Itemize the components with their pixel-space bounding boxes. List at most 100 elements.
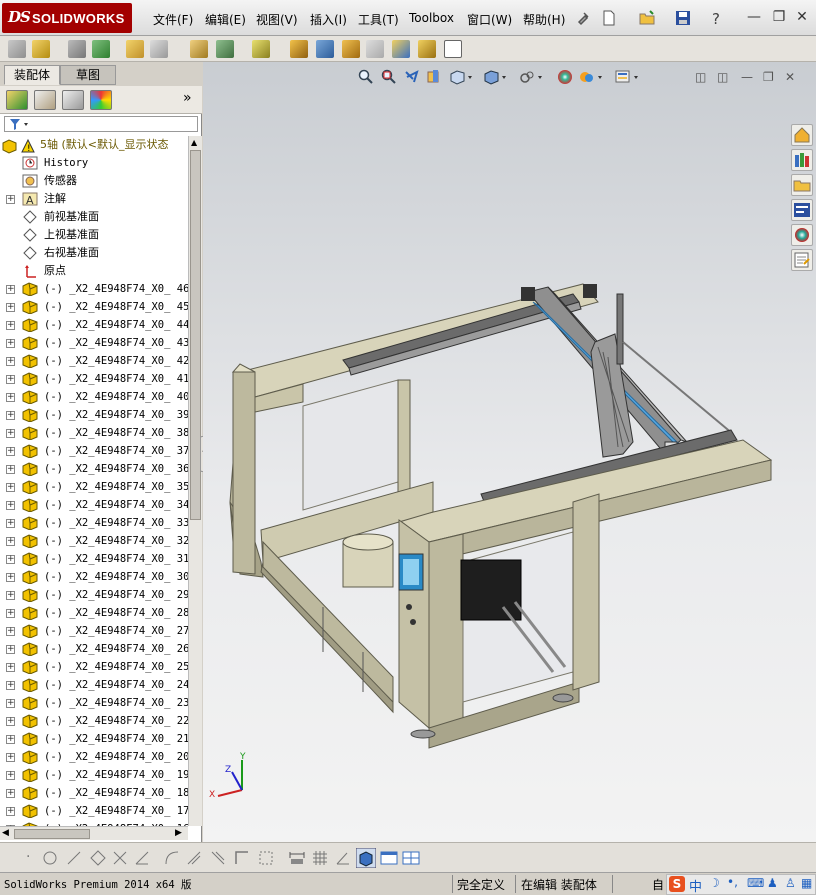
expand-toggle-icon[interactable]: + <box>6 537 15 546</box>
expand-toggle-icon[interactable]: + <box>6 411 15 420</box>
shaded-view-button[interactable] <box>356 848 376 868</box>
menu-edit[interactable]: 编辑(E) <box>205 11 246 28</box>
graphics-area[interactable]: ◫ ◫ — ❐ ✕ Y X Z <box>203 62 816 842</box>
menu-window[interactable]: 窗口(W) <box>467 11 512 28</box>
scroll-left-arrow[interactable]: ◀ <box>2 828 9 838</box>
tree-item-fixed[interactable]: History <box>0 154 188 172</box>
property-manager-icon[interactable] <box>34 90 56 110</box>
expand-toggle-icon[interactable]: + <box>6 429 15 438</box>
expand-toggle-icon[interactable]: + <box>6 735 15 744</box>
scroll-up-arrow[interactable]: ▲ <box>191 138 197 147</box>
move-component-icon[interactable] <box>150 40 168 58</box>
tree-item-part[interactable]: + (-) _X2_4E948F74_X0_ 32< <box>0 532 188 550</box>
tree-item-part[interactable]: + (-) _X2_4E948F74_X0_ 25< <box>0 658 188 676</box>
display-manager-icon[interactable] <box>90 90 112 110</box>
ime-half-width-icon[interactable]: ☽ <box>709 876 720 890</box>
expand-toggle-icon[interactable]: + <box>6 393 15 402</box>
tree-item-part[interactable]: + (-) _X2_4E948F74_X0_ 42< <box>0 352 188 370</box>
tree-item-fixed[interactable]: 右视基准面 <box>0 244 188 262</box>
explode-line-sketch-icon[interactable] <box>366 40 384 58</box>
line-tool-icon[interactable] <box>66 850 82 866</box>
expand-toggle-icon[interactable]: + <box>6 717 15 726</box>
show-hidden-icon[interactable] <box>190 40 208 58</box>
circle-tool-icon[interactable] <box>42 850 58 866</box>
expand-toggle-icon[interactable]: + <box>6 609 15 618</box>
tree-item-part[interactable]: + (-) _X2_4E948F74_X0_ 29< <box>0 586 188 604</box>
expand-panel-button[interactable]: » <box>183 90 192 106</box>
ime-user-icon[interactable]: ♟ <box>767 876 778 890</box>
expand-toggle-icon[interactable]: + <box>6 483 15 492</box>
minimize-button[interactable]: — <box>746 9 762 25</box>
tree-filter[interactable] <box>4 116 198 132</box>
smart-dimension-icon[interactable] <box>288 850 306 866</box>
expand-toggle-icon[interactable]: + <box>6 447 15 456</box>
restore-button[interactable]: ❐ <box>771 9 787 25</box>
tree-item-part[interactable]: + (-) _X2_4E948F74_X0_ 26< <box>0 640 188 658</box>
four-view-icon[interactable] <box>402 850 420 866</box>
expand-toggle-icon[interactable]: + <box>6 807 15 816</box>
ime-shirt-icon[interactable]: ♙ <box>785 876 796 890</box>
help-icon[interactable]: ? <box>708 9 726 27</box>
menu-help[interactable]: 帮助(H) <box>523 11 565 28</box>
ime-toolbar[interactable]: S 中 ☽ •, ⌨ ♟ ♙ ▦ <box>666 874 816 895</box>
tree-item-fixed[interactable]: 前视基准面 <box>0 208 188 226</box>
tree-item-part[interactable]: + (-) _X2_4E948F74_X0_ 17< <box>0 802 188 820</box>
tree-item-part[interactable]: + (-) _X2_4E948F74_X0_ 43< <box>0 334 188 352</box>
offset-entities-icon[interactable] <box>210 850 226 866</box>
new-motion-study-icon[interactable] <box>290 40 308 58</box>
tree-item-part[interactable]: + (-) _X2_4E948F74_X0_ 44< <box>0 316 188 334</box>
bill-of-materials-icon[interactable] <box>316 40 334 58</box>
tree-item-fixed[interactable]: + A 注解 <box>0 190 188 208</box>
ime-grid-icon[interactable]: ▦ <box>801 876 812 890</box>
ime-keyboard-icon[interactable]: ⌨ <box>747 876 764 890</box>
new-part-icon[interactable] <box>32 40 50 58</box>
convert-entities-icon[interactable] <box>234 850 250 866</box>
assembly-features-icon[interactable] <box>216 40 234 58</box>
angle-icon[interactable] <box>335 850 351 866</box>
open-folder-icon[interactable] <box>638 9 656 27</box>
tree-vertical-scrollbar[interactable]: ▲ <box>188 136 202 826</box>
mate-icon[interactable] <box>68 40 86 58</box>
hscroll-thumb[interactable] <box>14 829 90 839</box>
tree-item-part[interactable]: + (-) _X2_4E948F74_X0_ 21< <box>0 730 188 748</box>
expand-toggle-icon[interactable]: + <box>6 573 15 582</box>
polygon-tool-icon[interactable] <box>90 850 106 866</box>
expand-toggle-icon[interactable]: + <box>6 681 15 690</box>
tree-item-part[interactable]: + (-) _X2_4E948F74_X0_ 34< <box>0 496 188 514</box>
mirror-entities-icon[interactable] <box>258 850 274 866</box>
tree-item-part[interactable]: + (-) _X2_4E948F74_X0_ 40< <box>0 388 188 406</box>
tree-item-part[interactable]: + (-) _X2_4E948F74_X0_ 41< <box>0 370 188 388</box>
tree-item-fixed[interactable]: 原点 <box>0 262 188 280</box>
close-button[interactable]: ✕ <box>794 9 810 25</box>
expand-toggle-icon[interactable]: + <box>6 663 15 672</box>
save-icon[interactable] <box>674 9 692 27</box>
expand-toggle-icon[interactable]: + <box>6 699 15 708</box>
tree-item-part[interactable]: + (-) _X2_4E948F74_X0_ 35< <box>0 478 188 496</box>
scroll-right-arrow[interactable]: ▶ <box>175 828 182 838</box>
tree-item-part[interactable]: + (-) _X2_4E948F74_X0_ 18< <box>0 784 188 802</box>
menu-tools[interactable]: 工具(T) <box>358 11 399 28</box>
smart-fasteners-icon[interactable] <box>126 40 144 58</box>
point-icon[interactable]: · <box>26 849 30 865</box>
extend-tool-icon[interactable] <box>134 850 150 866</box>
tree-item-part[interactable]: + (-) _X2_4E948F74_X0_ 46< <box>0 280 188 298</box>
tree-item-part[interactable]: + (-) _X2_4E948F74_X0_ 38< <box>0 424 188 442</box>
tree-item-part[interactable]: + (-) _X2_4E948F74_X0_ 19< <box>0 766 188 784</box>
sketch-chamfer-icon[interactable] <box>186 850 202 866</box>
feature-manager-icon[interactable] <box>6 90 28 110</box>
tree-item-part[interactable]: + (-) _X2_4E948F74_X0_ 22< <box>0 712 188 730</box>
exploded-view-icon[interactable] <box>342 40 360 58</box>
sketch-fillet-icon[interactable] <box>164 850 180 866</box>
pin-icon[interactable] <box>574 9 592 27</box>
menu-toolbox[interactable]: Toolbox <box>409 11 454 25</box>
expand-toggle-icon[interactable]: + <box>6 195 15 204</box>
configuration-manager-icon[interactable] <box>62 90 84 110</box>
insert-component-icon[interactable] <box>8 40 26 58</box>
menu-view[interactable]: 视图(V) <box>256 11 298 28</box>
expand-toggle-icon[interactable]: + <box>6 627 15 636</box>
menu-file[interactable]: 文件(F) <box>153 11 193 28</box>
tree-item-fixed[interactable]: 传感器 <box>0 172 188 190</box>
expand-toggle-icon[interactable]: + <box>6 645 15 654</box>
expand-toggle-icon[interactable]: + <box>6 501 15 510</box>
expand-toggle-icon[interactable]: + <box>6 555 15 564</box>
